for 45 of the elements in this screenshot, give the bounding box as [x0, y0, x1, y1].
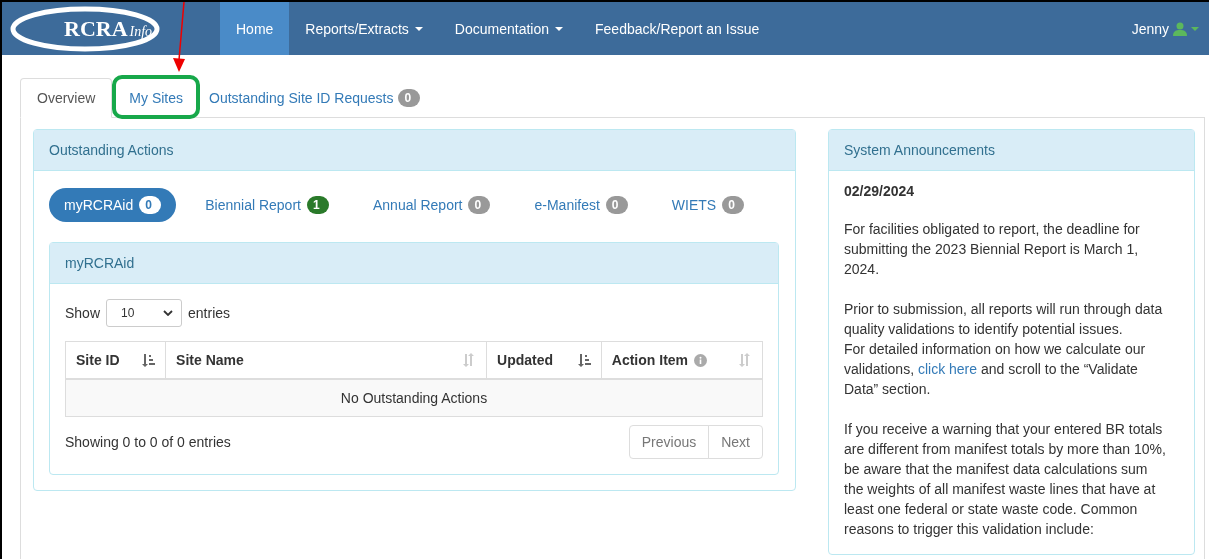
logo-swoosh-icon	[10, 6, 160, 52]
info-icon	[694, 353, 708, 367]
caret-icon	[414, 26, 423, 31]
sort-icon[interactable]	[141, 353, 156, 367]
nav-menu-item[interactable]: Documentation	[438, 2, 579, 55]
nav-menu-item[interactable]: Reports/Extracts	[289, 2, 439, 55]
user-icon	[1173, 21, 1187, 36]
pager-button[interactable]: Previous	[628, 425, 710, 459]
announcement-text: For detailed information on how we calculate our validations, click here and scroll to the “Validate Data” section.	[844, 340, 1147, 399]
pill-tab[interactable]: WIETS 0	[656, 188, 760, 222]
caret-icon	[555, 26, 563, 31]
tab[interactable]: My Sites	[114, 77, 199, 117]
pager-button[interactable]: Next	[708, 425, 763, 459]
empty-table-message: No Outstanding Actions	[65, 379, 763, 417]
count-badge: 0	[139, 196, 162, 214]
pill-tab[interactable]: e-Manifest 0	[519, 188, 643, 222]
nav-menu-item[interactable]: Home	[220, 2, 290, 55]
nav-menu-item[interactable]: Feedback/Report an Issue	[579, 2, 776, 55]
entries-summary: Showing 0 to 0 of 0 entries	[65, 434, 231, 450]
pill-tab[interactable]: Biennial Report 1	[190, 188, 344, 222]
count-badge: 0	[722, 196, 745, 214]
pill-tab[interactable]: Annual Report 0	[357, 188, 506, 222]
entries-label: entries	[188, 305, 231, 321]
count-badge: 1	[306, 196, 329, 214]
announcement-text: For facilities obligated to report, the deadline for submitting the 2023 Biennial Report is March 1, 2024.	[844, 220, 1141, 279]
count-badge: 0	[468, 196, 491, 214]
sort-icon[interactable]	[576, 353, 591, 367]
announcement-text: Prior to submission, all reports will run through data quality validations to identify potential issues.	[844, 300, 1164, 339]
announcement-date: 02/29/2024	[844, 183, 915, 199]
page-size-select[interactable]: 10	[106, 299, 183, 327]
caret-icon	[1191, 26, 1199, 31]
link[interactable]: click here	[917, 361, 978, 377]
count-badge: 0	[398, 88, 421, 107]
announcement-text: If you receive a warning that your entered BR totals are different from manifest totals by more than 10%, be aware that the manifest data calculations sum the weights of all manifest waste lines that have at least one federal or state waste code. Common reasons to trigger this validation include:	[844, 420, 1166, 539]
panel-title: System Announcements	[829, 130, 1194, 171]
panel-title: myRCRAid	[50, 243, 778, 284]
logo-text: Info	[129, 23, 153, 40]
logo-text: RCRA	[64, 15, 128, 42]
user-menu[interactable]: Jenny	[1131, 2, 1209, 55]
chevron-down-icon	[163, 310, 174, 316]
pill-tab[interactable]: myRCRAid 0	[49, 188, 177, 222]
count-badge: 0	[605, 196, 628, 214]
tab[interactable]: Overview	[20, 78, 113, 118]
panel-title: Outstanding Actions	[34, 130, 795, 171]
show-label: Show	[65, 305, 101, 321]
